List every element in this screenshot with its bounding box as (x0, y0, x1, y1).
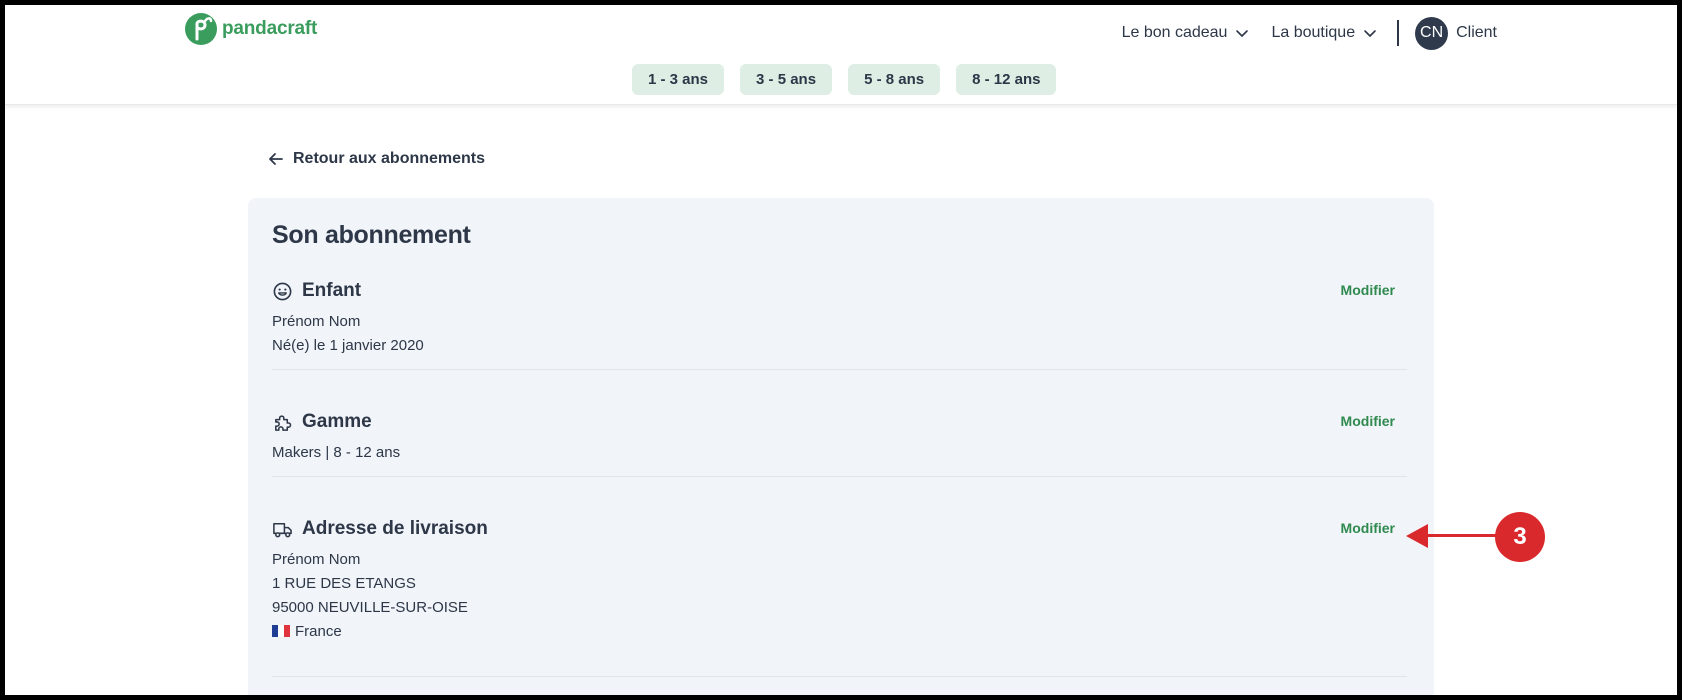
nav-item-label: Le bon cadeau (1121, 24, 1228, 41)
arrow-left-icon (269, 153, 283, 165)
modify-adresse-button[interactable]: Modifier (1341, 520, 1395, 536)
address-street: 1 RUE DES ETANGS (272, 575, 416, 592)
chevron-down-icon (1236, 30, 1249, 37)
age-tab-1-3[interactable]: 1 - 3 ans (632, 64, 725, 95)
section-divider (272, 676, 1407, 677)
section-title: Enfant (302, 280, 362, 301)
puzzle-icon (275, 414, 292, 431)
modify-enfant-button[interactable]: Modifier (1341, 282, 1395, 298)
section-adresse: Adresse de livraison Prénom Nom 1 RUE DE… (272, 516, 1407, 644)
smiley-icon (273, 282, 292, 300)
account-menu[interactable]: CN Client (1415, 16, 1497, 50)
address-name: Prénom Nom (272, 551, 361, 568)
country-label: France (295, 623, 342, 640)
gamme-value: Makers | 8 - 12 ans (272, 444, 401, 461)
address-city: 95000 NEUVILLE-SUR-OISE (272, 599, 468, 616)
chevron-down-icon (1364, 30, 1376, 37)
client-label: Client (1456, 24, 1497, 41)
pandacraft-logo-icon (185, 13, 217, 45)
section-title: Gamme (302, 411, 372, 432)
subscription-card: Son abonnement Enfant Prénom Nom Né(e) l… (248, 198, 1434, 695)
age-tab-8-12[interactable]: 8 - 12 ans (956, 64, 1057, 95)
pandacraft-logo[interactable]: pandacraft (184, 12, 317, 46)
annotation-arrowhead (1406, 524, 1428, 548)
brand-name: pandacraft (222, 18, 318, 39)
age-tab-5-8[interactable]: 5 - 8 ans (848, 64, 941, 95)
section-divider (272, 369, 1407, 370)
modify-gamme-button[interactable]: Modifier (1341, 413, 1395, 429)
annotation-arrow-line (1427, 534, 1499, 537)
avatar: CN (1415, 16, 1449, 50)
france-flag-icon (272, 625, 290, 637)
nav-divider (1397, 20, 1400, 46)
section-enfant: Enfant Prénom Nom Né(e) le 1 janvier 202… (272, 278, 1407, 358)
nav-item-bon-cadeau[interactable]: Le bon cadeau (1122, 24, 1250, 42)
section-divider (272, 476, 1407, 477)
age-tab-3-5[interactable]: 3 - 5 ans (740, 64, 833, 95)
section-title: Adresse de livraison (302, 518, 488, 539)
site-header: pandacraft Le bon cadeau La boutique CN … (5, 5, 1677, 105)
section-gamme: Gamme Makers | 8 - 12 ans Modifier (272, 409, 1407, 465)
annotation-badge: 3 (1495, 512, 1545, 562)
nav-item-label: La boutique (1271, 24, 1356, 41)
main-nav: Le bon cadeau La boutique CN Client (1100, 16, 1497, 50)
age-tabs: 1 - 3 ans 3 - 5 ans 5 - 8 ans 8 - 12 ans (632, 64, 1072, 95)
child-birthdate: Né(e) le 1 janvier 2020 (272, 337, 424, 354)
browser-viewport: pandacraft Le bon cadeau La boutique CN … (5, 5, 1677, 695)
nav-item-boutique[interactable]: La boutique (1271, 24, 1377, 42)
card-title: Son abonnement (272, 221, 471, 249)
child-name: Prénom Nom (272, 313, 361, 330)
truck-icon (273, 522, 292, 537)
back-link-label: Retour aux abonnements (293, 150, 486, 167)
address-country: France (272, 620, 1407, 644)
back-to-subscriptions-link[interactable]: Retour aux abonnements (267, 150, 485, 168)
